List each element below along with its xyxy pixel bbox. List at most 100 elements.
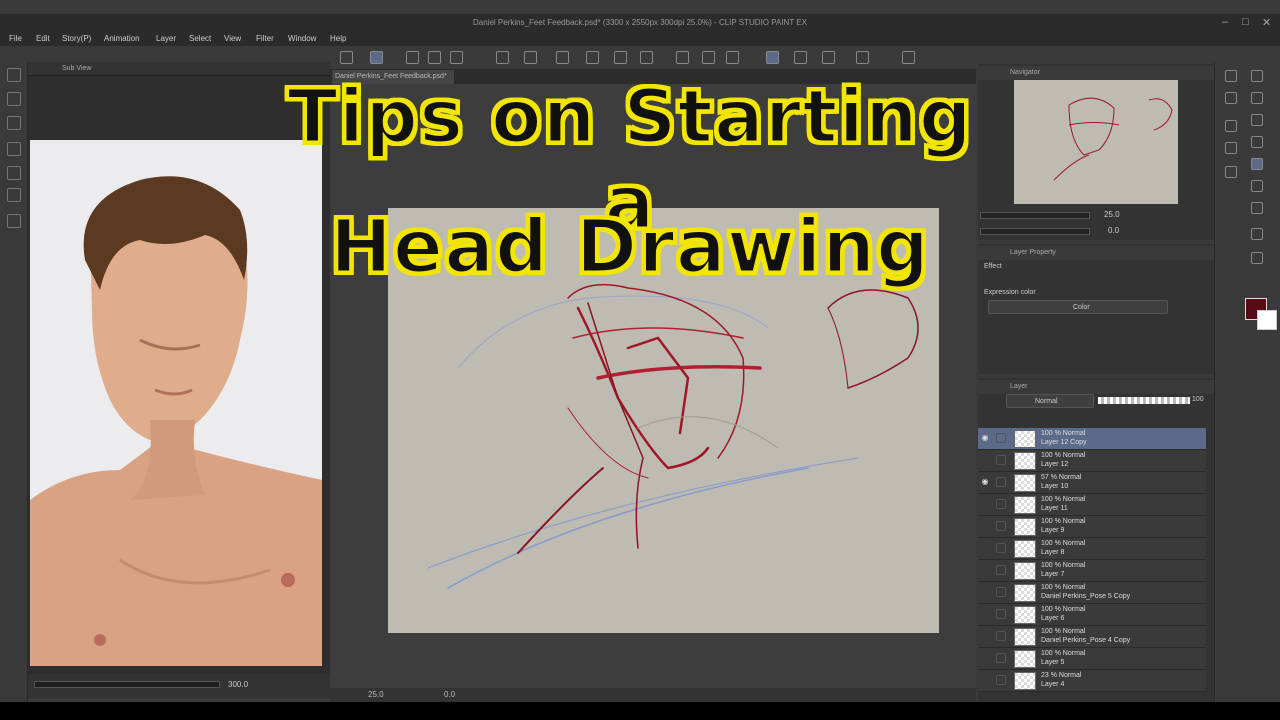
menu-filter[interactable]: Filter — [256, 34, 274, 43]
visibility-eye-icon[interactable]: ◉ — [980, 477, 990, 487]
navigator-preview[interactable] — [1014, 80, 1178, 204]
select-all-icon[interactable] — [702, 51, 715, 64]
undo-icon[interactable] — [496, 51, 509, 64]
fit-icon[interactable] — [7, 142, 21, 156]
ruler-icon[interactable] — [856, 51, 869, 64]
hand-tool-icon[interactable] — [1251, 92, 1263, 104]
visibility-eye-icon[interactable] — [980, 675, 990, 685]
layer-row[interactable]: 100 % Normal Daniel Perkins_Pose 4 Copy — [978, 626, 1206, 648]
sub-color-swatch[interactable] — [1257, 310, 1277, 330]
text-tool-icon[interactable] — [1251, 252, 1263, 264]
zoom-icon[interactable] — [7, 92, 21, 106]
layer-row[interactable]: 100 % Normal Layer 5 — [978, 648, 1206, 670]
expression-color-select[interactable]: Color — [988, 300, 1168, 314]
deselect-icon[interactable] — [640, 51, 653, 64]
redo-icon[interactable] — [524, 51, 537, 64]
export-icon[interactable] — [450, 51, 463, 64]
layer-lock-icon[interactable] — [996, 521, 1006, 531]
visibility-eye-icon[interactable] — [980, 609, 990, 619]
layer-row[interactable]: 100 % Normal Layer 9 — [978, 516, 1206, 538]
menu-layer[interactable]: Layer — [156, 34, 176, 43]
visibility-eye-icon[interactable] — [980, 631, 990, 641]
fill-tool-icon[interactable] — [1251, 202, 1263, 214]
sub-tool-icon[interactable] — [1225, 166, 1237, 178]
visibility-eye-icon[interactable] — [980, 587, 990, 597]
layer-lock-icon[interactable] — [996, 675, 1006, 685]
menu-file[interactable]: File — [9, 34, 22, 43]
material-icon[interactable] — [1225, 142, 1237, 154]
layer-row[interactable]: 100 % Normal Layer 11 — [978, 494, 1206, 516]
layer-row[interactable]: ◉ 57 % Normal Layer 10 — [978, 472, 1206, 494]
layer-lock-icon[interactable] — [996, 565, 1006, 575]
layer-lock-icon[interactable] — [996, 477, 1006, 487]
info-icon[interactable] — [1225, 70, 1237, 82]
auto-select-icon[interactable] — [1251, 136, 1263, 148]
visibility-eye-icon[interactable] — [980, 565, 990, 575]
lasso-tool-icon[interactable] — [1251, 114, 1263, 126]
open-image-icon[interactable] — [7, 188, 21, 202]
open-icon[interactable] — [406, 51, 419, 64]
new-canvas-icon[interactable] — [370, 51, 383, 64]
crop-icon[interactable] — [676, 51, 689, 64]
gradient-tool-icon[interactable] — [1251, 228, 1263, 240]
visibility-eye-icon[interactable] — [980, 543, 990, 553]
layer-row[interactable]: 100 % Normal Daniel Perkins_Pose 5 Copy — [978, 582, 1206, 604]
canvas-area[interactable] — [330, 84, 976, 688]
layer-row[interactable]: 100 % Normal Layer 12 — [978, 450, 1206, 472]
navigator-rotate-slider[interactable] — [980, 228, 1090, 235]
save-icon[interactable] — [428, 51, 441, 64]
layer-search-icon[interactable] — [1225, 120, 1237, 132]
snap-special-icon[interactable] — [822, 51, 835, 64]
visibility-eye-icon[interactable] — [980, 521, 990, 531]
layer-lock-icon[interactable] — [996, 499, 1006, 509]
menu-animation[interactable]: Animation — [104, 34, 140, 43]
layer-row[interactable]: 23 % Normal Layer 4 — [978, 670, 1206, 692]
snap-grid-icon[interactable] — [794, 51, 807, 64]
eyedropper-icon[interactable] — [7, 166, 21, 180]
layer-lock-icon[interactable] — [996, 653, 1006, 663]
clear-icon[interactable] — [556, 51, 569, 64]
opacity-slider[interactable] — [1098, 397, 1190, 404]
fill-icon[interactable] — [614, 51, 627, 64]
minimize-icon[interactable]: – — [1222, 16, 1228, 28]
menu-icon[interactable] — [340, 51, 353, 64]
pen-tool-icon[interactable] — [1251, 70, 1263, 82]
navigator-zoom-slider[interactable] — [980, 212, 1090, 219]
layer-row[interactable]: 100 % Normal Layer 8 — [978, 538, 1206, 560]
menu-story[interactable]: Story(P) — [62, 34, 91, 43]
rotate-icon[interactable] — [7, 116, 21, 130]
settings-icon[interactable] — [902, 51, 915, 64]
drawing-canvas[interactable] — [388, 208, 939, 633]
visibility-eye-icon[interactable] — [980, 455, 990, 465]
menu-help[interactable]: Help — [330, 34, 346, 43]
layer-lock-icon[interactable] — [996, 609, 1006, 619]
history-icon[interactable] — [1225, 92, 1237, 104]
menu-select[interactable]: Select — [189, 34, 211, 43]
menu-view[interactable]: View — [224, 34, 241, 43]
maximize-icon[interactable]: □ — [1242, 16, 1249, 28]
visibility-eye-icon[interactable]: ◉ — [980, 433, 990, 443]
layer-row[interactable]: 100 % Normal Layer 7 — [978, 560, 1206, 582]
layer-lock-icon[interactable] — [996, 455, 1006, 465]
close-icon[interactable]: ✕ — [1262, 16, 1271, 29]
sub-view-settings-icon[interactable] — [7, 214, 21, 228]
transform-icon[interactable] — [586, 51, 599, 64]
visibility-eye-icon[interactable] — [980, 499, 990, 509]
pencil-tool-icon[interactable] — [1251, 158, 1263, 170]
layer-row[interactable]: 100 % Normal Layer 6 — [978, 604, 1206, 626]
menu-window[interactable]: Window — [288, 34, 316, 43]
layer-row[interactable]: ◉ 100 % Normal Layer 12 Copy — [978, 428, 1206, 450]
layer-lock-icon[interactable] — [996, 433, 1006, 443]
invert-icon[interactable] — [726, 51, 739, 64]
layer-lock-icon[interactable] — [996, 543, 1006, 553]
blend-mode-select[interactable]: Normal — [1006, 394, 1094, 408]
panel-toggle-icon[interactable] — [7, 68, 21, 82]
snap-ruler-icon[interactable] — [766, 51, 779, 64]
layer-lock-icon[interactable] — [996, 587, 1006, 597]
visibility-eye-icon[interactable] — [980, 653, 990, 663]
sub-view-zoom-slider[interactable] — [34, 681, 220, 688]
menu-edit[interactable]: Edit — [36, 34, 50, 43]
eraser-tool-icon[interactable] — [1251, 180, 1263, 192]
document-tab[interactable]: Daniel Perkins_Feet Feedback.psd* — [332, 70, 454, 84]
layer-lock-icon[interactable] — [996, 631, 1006, 641]
